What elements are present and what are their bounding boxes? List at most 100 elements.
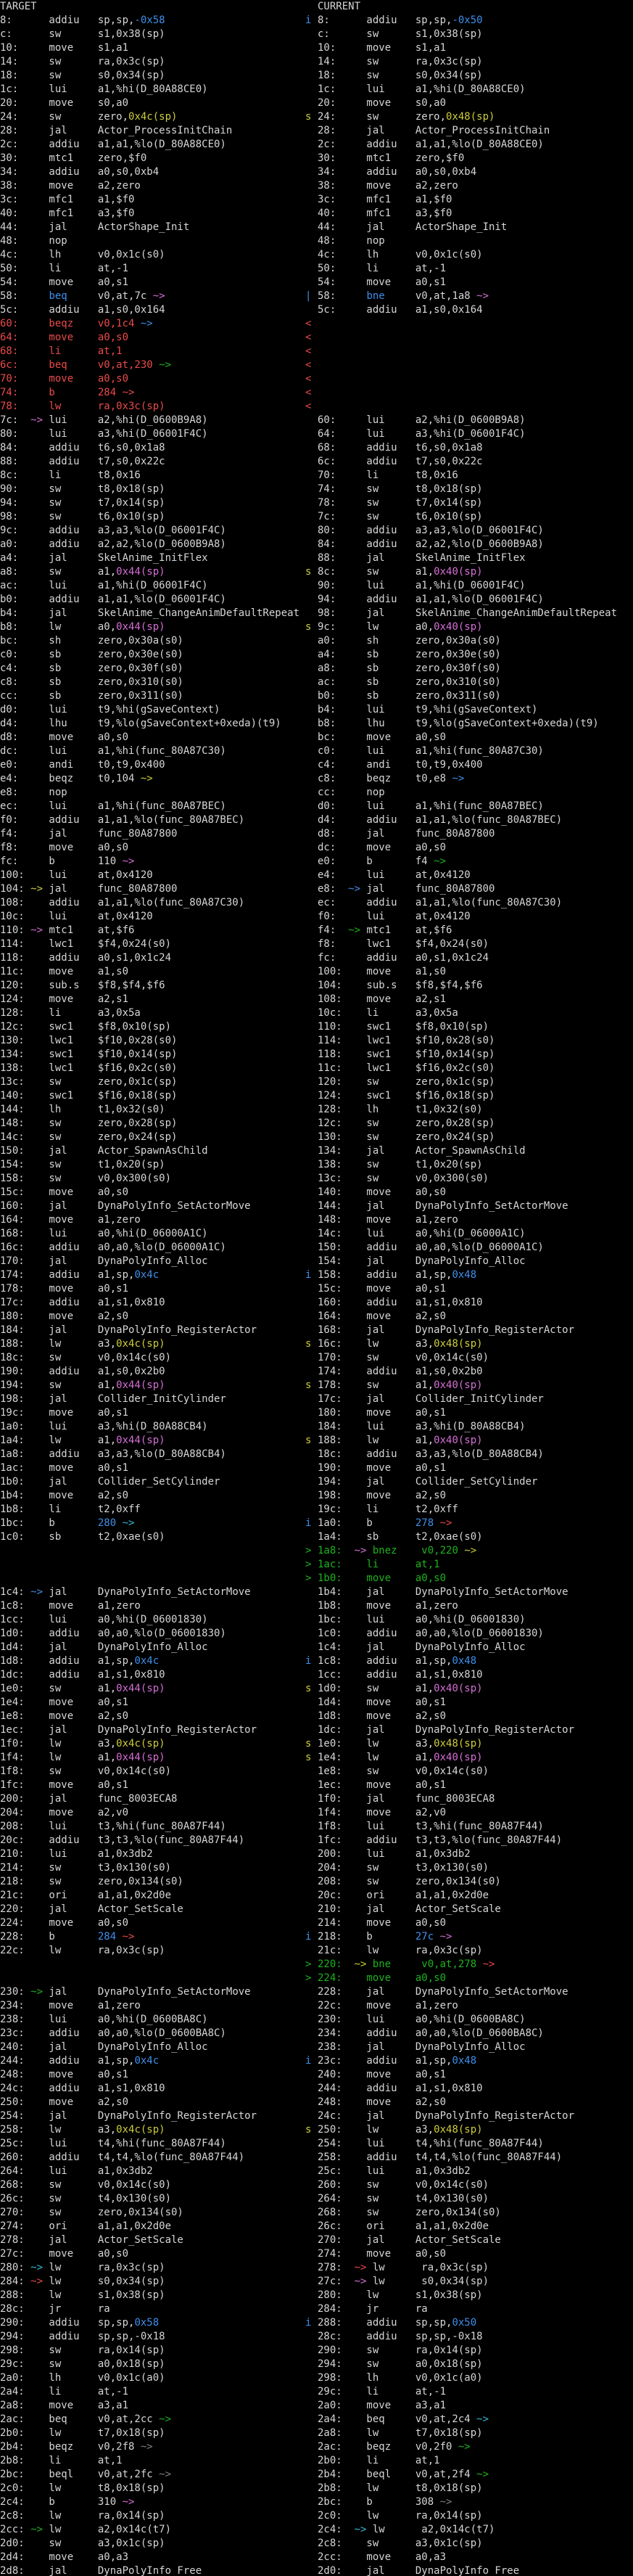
asm-text-segment: 2c0: lw ra,0x14(sp): [318, 2510, 483, 2522]
asm-text-segment: <: [305, 345, 311, 357]
asm-text-segment: 238: lui a0,%hi(D_0600BA8C): [0, 2014, 208, 2025]
diff-marker: [305, 83, 318, 97]
asm-text-segment: ~>: [440, 1931, 452, 1943]
asm-text-segment: jal DynaPolyInfo_SetActorMove: [49, 1986, 250, 1998]
asm-row: 74: b 284 ~><: [0, 386, 633, 400]
target-cell: 278: jal Actor_SetScale: [0, 2234, 305, 2247]
diff-marker: |: [305, 290, 318, 303]
asm-row: 48: nop 48: nop: [0, 234, 633, 248]
asm-text-segment: 1f4: lw a1,: [0, 1752, 116, 1763]
asm-text-segment: f8: move a0,s0: [0, 842, 128, 853]
asm-row: 230: ~> jal DynaPolyInfo_SetActorMove 22…: [0, 1985, 633, 1999]
asm-text-segment: 23c: addiu a0,a0,%lo(D_0600BA8C): [0, 2027, 226, 2039]
asm-text-segment: 21c: ori a1,a1,0x2d0e: [0, 1890, 171, 1901]
asm-text-segment: <: [305, 359, 311, 371]
current-cell: 2ac: beqz v0,2f0 ~>: [318, 2440, 633, 2454]
asm-row: 1e4: move a0,s1 1d4: move a0,s1: [0, 1696, 633, 1710]
asm-text-segment: 84: addiu a2,a2,%lo(D_0600B9A8): [318, 538, 544, 550]
asm-text-segment: ~>: [355, 2276, 367, 2287]
target-cell: 1d0: addiu a0,a0,%lo(D_06001830): [0, 1627, 305, 1641]
asm-text-segment: 60: beqz v0,1c4: [0, 318, 141, 329]
asm-row: 3c: mfc1 a1,$f0 3c: mfc1 a1,$f0: [0, 193, 633, 207]
target-cell: d4: lhu t9,%lo(gSaveContext+0xeda)(t9): [0, 717, 305, 731]
diff-marker: [305, 2302, 318, 2316]
diff-marker: [305, 234, 318, 248]
diff-marker: [305, 427, 318, 441]
current-cell: 38: move a2,zero: [318, 179, 633, 193]
target-cell: [0, 1572, 305, 1586]
asm-text-segment: 29c: li at,-1: [318, 2386, 446, 2397]
asm-text-segment: 70: move a0,s0: [0, 373, 128, 385]
asm-text-segment: 290: addiu sp,sp,: [0, 2317, 134, 2329]
asm-text-segment: ~>: [355, 1545, 367, 1556]
target-cell: 1dc: addiu a1,s1,0x810: [0, 1668, 305, 1682]
asm-text-segment: 240: jal DynaPolyInfo_Alloc: [0, 2041, 208, 2053]
target-cell: 18c: sw v0,0x14c(s0): [0, 1351, 305, 1365]
asm-text-segment: 44: jal ActorShape_Init: [0, 221, 189, 233]
target-cell: b8: lw a0,0x44(sp): [0, 620, 305, 634]
asm-row: 1a0: lui a3,%hi(D_80A88CB4) 184: lui a3,…: [0, 1420, 633, 1434]
asm-text-segment: 0x40(sp): [434, 1379, 482, 1391]
asm-text-segment: 214: move a0,s0: [318, 1917, 446, 1929]
target-cell: 16c: addiu a0,a0,%lo(D_06000A1C): [0, 1241, 305, 1255]
current-cell: [318, 400, 633, 414]
asm-text-segment: [434, 1931, 439, 1943]
diff-marker: [305, 414, 318, 427]
asm-text-segment: bc: move a0,s0: [318, 731, 446, 743]
current-cell: 1a8: ~> bnez v0,220 ~>: [318, 1544, 633, 1558]
target-cell: f0: addiu a1,a1,%lo(func_80A87BEC): [0, 813, 305, 827]
asm-row: 128: li a3,0x5a 10c: li a3,0x5a: [0, 1006, 633, 1020]
asm-row: >1a8: ~> bnez v0,220 ~>: [0, 1544, 633, 1558]
target-cell: 114: lwc1 $f4,0x24(s0): [0, 938, 305, 951]
asm-row: >224: move a0,s0: [0, 1972, 633, 1985]
diff-marker: [305, 2551, 318, 2564]
asm-text-segment: 18c: addiu a3,a3,%lo(D_80A88CB4): [318, 1448, 544, 1460]
asm-text-segment: jal func_80A87800: [49, 883, 177, 895]
current-cell: 1f0: jal func_8003ECA8: [318, 1792, 633, 1806]
current-cell: 1b4: jal DynaPolyInfo_SetActorMove: [318, 1586, 633, 1599]
asm-text-segment: 100: lui at,0x4120: [0, 869, 153, 881]
target-cell: 1ac: move a0,s1: [0, 1461, 305, 1475]
target-cell: 1c4: ~> jal DynaPolyInfo_SetActorMove: [0, 1586, 305, 1599]
asm-text-segment: 0x48(sp): [446, 111, 495, 123]
current-cell: 284: jr ra: [318, 2302, 633, 2316]
target-cell: 19c: move a0,s1: [0, 1406, 305, 1420]
asm-text-segment: 184: lui a3,%hi(D_80A88CB4): [318, 1421, 526, 1432]
asm-text-segment: c8: sb zero,0x310(s0): [0, 676, 183, 688]
current-cell: 1f8: lui t3,%hi(func_80A87F44): [318, 1820, 633, 1834]
current-cell: 204: sw t3,0x130(s0): [318, 1861, 633, 1875]
target-cell: 1f4: lw a1,0x44(sp): [0, 1751, 305, 1765]
current-cell: 2c8: sw a3,0x1c(sp): [318, 2537, 633, 2551]
asm-text-segment: 274: ori a1,a1,0x2d0e: [0, 2220, 171, 2232]
asm-row: 180: move a2,s0 164: move a2,s0: [0, 1310, 633, 1324]
target-cell: 2ac: beq v0,at,2cc ~>: [0, 2413, 305, 2427]
asm-text-segment: 190: move a0,s1: [318, 1462, 446, 1474]
current-cell: 128: lh t1,0x32(s0): [318, 1103, 633, 1117]
current-cell: 184: lui a3,%hi(D_80A88CB4): [318, 1420, 633, 1434]
asm-row: 1a8: addiu a3,a3,%lo(D_80A88CB4) 18c: ad…: [0, 1448, 633, 1461]
asm-row: bc: sh zero,0x30a(s0) a0: sh zero,0x30a(…: [0, 634, 633, 648]
current-cell: 164: move a2,s0: [318, 1310, 633, 1324]
diff-marker: <: [305, 372, 318, 386]
asm-text-segment: 19c: li t2,0xff: [318, 1504, 458, 1515]
diff-marker: [305, 938, 318, 951]
diff-marker: [305, 1158, 318, 1172]
asm-text-segment: 74: b 284: [0, 387, 123, 398]
target-cell: 23c: addiu a0,a0,%lo(D_0600BA8C): [0, 2027, 305, 2040]
asm-text-segment: ~>: [30, 924, 43, 936]
asm-text-segment: 4c: lh v0,0x1c(s0): [318, 249, 483, 261]
asm-row: 250: move a2,s0 248: move a2,s0: [0, 2096, 633, 2109]
asm-text-segment: 1b0: jal Collider_SetCylinder: [0, 1476, 220, 1488]
current-cell: 250: lw a3,0x48(sp): [318, 2123, 633, 2137]
diff-marker: s: [305, 1737, 318, 1751]
asm-text-segment: ~>: [30, 2524, 43, 2535]
asm-row: 244: addiu a1,sp,0x4ci23c: addiu a1,sp,0…: [0, 2054, 633, 2068]
diff-marker: s: [305, 1379, 318, 1392]
asm-text-segment: e4: beqz t0,104: [0, 773, 141, 784]
asm-text-segment: 54: move a0,s1: [0, 276, 128, 288]
asm-text-segment: 248: move a2,s0: [318, 2096, 446, 2108]
asm-row: 50: li at,-1 50: li at,-1: [0, 262, 633, 276]
asm-text-segment: 1dc: jal DynaPolyInfo_RegisterActor: [318, 1724, 574, 1736]
asm-text-segment: ~>: [159, 359, 171, 371]
current-cell: 108: move a2,s1: [318, 993, 633, 1006]
